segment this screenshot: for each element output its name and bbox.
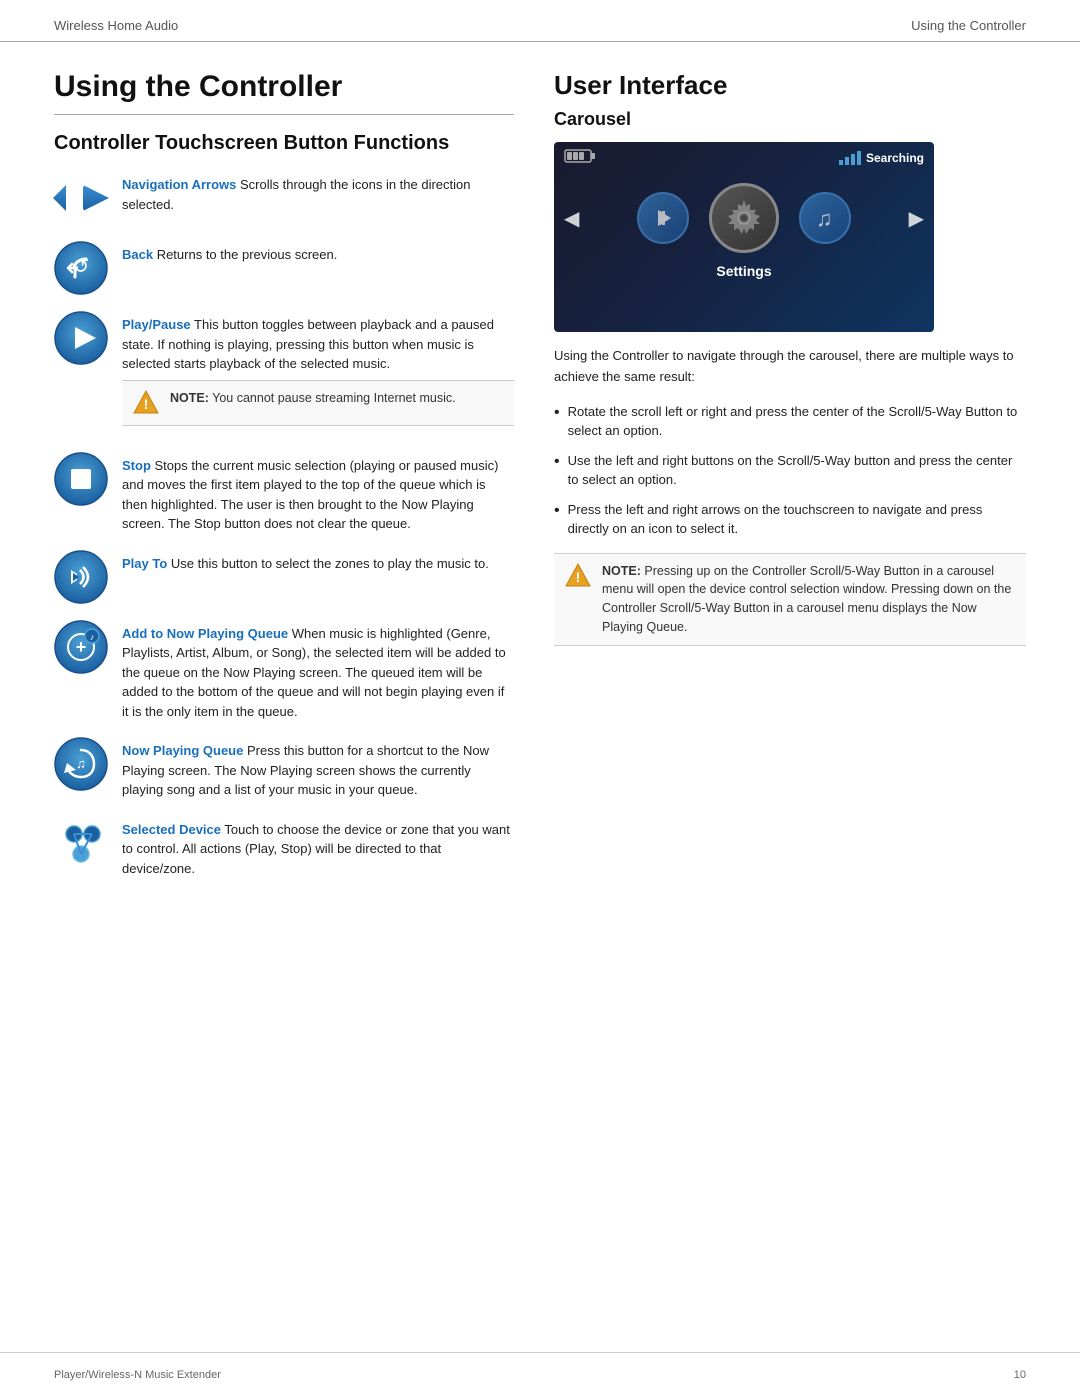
section-title: Controller Touchscreen Button Functions bbox=[54, 131, 514, 155]
signal-bars bbox=[839, 151, 861, 165]
play-to-label: Play To bbox=[122, 556, 167, 571]
svg-text:!: ! bbox=[576, 569, 581, 585]
page-content: Using the Controller Controller Touchscr… bbox=[0, 42, 1080, 894]
carousel-note-box: ! NOTE: Pressing up on the Controller Sc… bbox=[554, 553, 1026, 646]
now-playing-label: Now Playing Queue bbox=[122, 743, 243, 758]
right-column: User Interface Carousel bbox=[554, 42, 1026, 894]
add-queue-label: Add to Now Playing Queue bbox=[122, 626, 288, 641]
carousel-description: Using the Controller to navigate through… bbox=[554, 346, 1026, 388]
bullet-1-text: Rotate the scroll left or right and pres… bbox=[568, 402, 1026, 441]
left-column: Using the Controller Controller Touchscr… bbox=[54, 42, 514, 894]
selected-device-icon bbox=[54, 816, 108, 870]
footer-right: 10 bbox=[1014, 1369, 1026, 1381]
svg-text:↺: ↺ bbox=[73, 256, 90, 278]
play-pause-label: Play/Pause bbox=[122, 317, 191, 332]
add-queue-text: Add to Now Playing Queue When music is h… bbox=[122, 620, 514, 722]
carousel-note-content: Pressing up on the Controller Scroll/5-W… bbox=[602, 564, 1011, 634]
header-right: Using the Controller bbox=[911, 18, 1026, 33]
back-icon: ↺ bbox=[54, 241, 108, 295]
play-to-icon bbox=[54, 550, 108, 604]
carousel-image: Searching ◀ bbox=[554, 142, 934, 332]
svg-text:♫: ♫ bbox=[816, 206, 833, 231]
svg-text:♪: ♪ bbox=[90, 632, 95, 642]
carousel-icons-area: ◀ bbox=[554, 173, 934, 263]
stop-text: Stop Stops the current music selection (… bbox=[122, 452, 514, 534]
selected-device-text: Selected Device Touch to choose the devi… bbox=[122, 816, 514, 879]
bullet-item-1: Rotate the scroll left or right and pres… bbox=[554, 402, 1026, 441]
stop-icon bbox=[54, 452, 108, 506]
back-desc: Returns to the previous screen. bbox=[153, 247, 337, 262]
svg-text:!: ! bbox=[144, 396, 149, 412]
carousel-music-icon: ♫ bbox=[799, 192, 851, 244]
battery-icon bbox=[564, 148, 596, 167]
bullet-item-2: Use the left and right buttons on the Sc… bbox=[554, 451, 1026, 490]
page-footer: Player/Wireless-N Music Extender 10 bbox=[0, 1352, 1080, 1397]
carousel-subtitle: Carousel bbox=[554, 109, 1026, 130]
bullet-item-3: Press the left and right arrows on the t… bbox=[554, 500, 1026, 539]
play-pause-icon bbox=[54, 311, 108, 365]
svg-text:♫: ♫ bbox=[76, 756, 86, 771]
add-queue-row: + ♪ Add to Now Playing Queue When music … bbox=[54, 620, 514, 722]
carousel-note-label: NOTE: bbox=[602, 564, 641, 578]
main-title: Using the Controller bbox=[54, 70, 514, 104]
now-playing-icon: ♫ bbox=[54, 737, 108, 791]
carousel-right-arrow: ▶ bbox=[909, 206, 924, 231]
searching-label: Searching bbox=[866, 151, 924, 165]
back-row: ↺ Back Returns to the previous screen. bbox=[54, 241, 514, 295]
carousel-play-icon bbox=[637, 192, 689, 244]
play-to-text: Play To Use this button to select the zo… bbox=[122, 550, 514, 574]
play-pause-note-box: ! NOTE: You cannot pause streaming Inter… bbox=[122, 380, 514, 426]
back-label: Back bbox=[122, 247, 153, 262]
carousel-settings-icon bbox=[709, 183, 779, 253]
bullet-2-text: Use the left and right buttons on the Sc… bbox=[568, 451, 1026, 490]
now-playing-text: Now Playing Queue Press this button for … bbox=[122, 737, 514, 800]
carousel-icons-row: ♫ bbox=[637, 183, 851, 253]
title-divider bbox=[54, 114, 514, 115]
nav-arrows-text: Navigation Arrows Scrolls through the ic… bbox=[122, 171, 514, 214]
selected-device-label: Selected Device bbox=[122, 822, 221, 837]
carousel-note-text: NOTE: Pressing up on the Controller Scro… bbox=[602, 562, 1016, 637]
svg-text:+: + bbox=[76, 637, 87, 657]
carousel-top-bar: Searching bbox=[554, 142, 934, 173]
play-to-row: Play To Use this button to select the zo… bbox=[54, 550, 514, 604]
signal-area: Searching bbox=[839, 151, 924, 165]
header-left: Wireless Home Audio bbox=[54, 18, 178, 33]
carousel-bullets: Rotate the scroll left or right and pres… bbox=[554, 402, 1026, 539]
carousel-warning-icon: ! bbox=[564, 562, 592, 590]
carousel-left-arrow: ◀ bbox=[564, 206, 579, 231]
warning-icon: ! bbox=[132, 389, 160, 417]
selected-device-row: Selected Device Touch to choose the devi… bbox=[54, 816, 514, 879]
nav-arrows-label: Navigation Arrows bbox=[122, 177, 236, 192]
add-queue-icon: + ♪ bbox=[54, 620, 108, 674]
play-pause-note-text: NOTE: You cannot pause streaming Interne… bbox=[170, 389, 456, 408]
user-interface-title: User Interface bbox=[554, 70, 1026, 101]
play-pause-text: Play/Pause This button toggles between p… bbox=[122, 311, 514, 436]
bullet-3-text: Press the left and right arrows on the t… bbox=[568, 500, 1026, 539]
play-to-desc: Use this button to select the zones to p… bbox=[167, 556, 489, 571]
now-playing-row: ♫ Now Playing Queue Press this button fo… bbox=[54, 737, 514, 800]
stop-desc: Stops the current music selection (playi… bbox=[122, 458, 498, 532]
carousel-label-text: Settings bbox=[554, 263, 934, 287]
footer-left: Player/Wireless-N Music Extender bbox=[54, 1369, 221, 1381]
page-header: Wireless Home Audio Using the Controller bbox=[0, 0, 1080, 42]
stop-row: Stop Stops the current music selection (… bbox=[54, 452, 514, 534]
nav-arrows-icon bbox=[54, 171, 108, 225]
play-pause-row: Play/Pause This button toggles between p… bbox=[54, 311, 514, 436]
nav-arrows-row: Navigation Arrows Scrolls through the ic… bbox=[54, 171, 514, 225]
stop-label: Stop bbox=[122, 458, 151, 473]
back-text: Back Returns to the previous screen. bbox=[122, 241, 514, 265]
